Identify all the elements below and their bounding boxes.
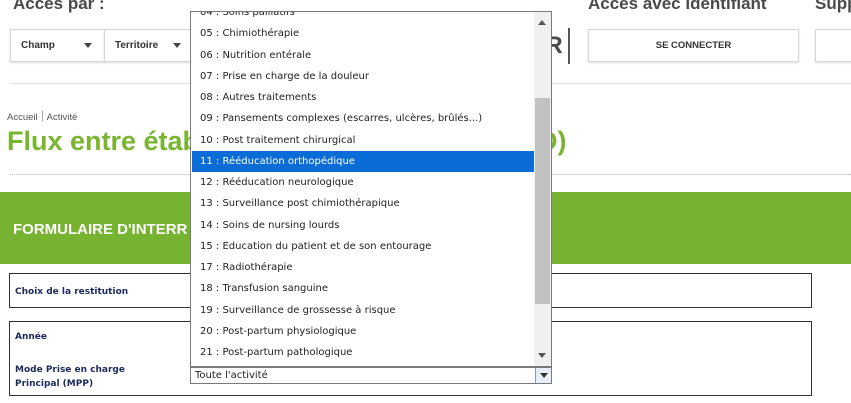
dropdown-option[interactable]: 11 : Rééducation orthopédique — [192, 150, 535, 172]
dropdown-option[interactable]: 10 : Post traitement chirurgical — [192, 130, 535, 151]
scroll-down-arrow-icon[interactable] — [538, 353, 546, 358]
mpp-dropdown-list[interactable]: 21 : Post-partum pathologique 20 : Post-p… — [190, 11, 552, 367]
dropdown-option[interactable]: 05 : Chimiothérapie — [192, 23, 535, 44]
mpp-label: Mode Prise en charge Principal (MPP) — [15, 365, 125, 389]
champ-select-label: Champ — [21, 40, 55, 51]
dropdown-option[interactable]: 15 : Education du patient et de son ento… — [192, 236, 535, 257]
dropdown-option[interactable]: 17 : Radiothérapie — [192, 257, 535, 278]
support-heading: Supp — [815, 0, 851, 13]
dropdown-option[interactable]: 04 : Soins palliatifs — [192, 12, 535, 23]
mpp-select-value: Toute l'activité — [195, 370, 268, 381]
dropdown-option[interactable]: 21 : Post-partum pathologique — [192, 342, 535, 363]
dropdown-scrollbar[interactable] — [534, 12, 551, 366]
chevron-down-icon[interactable] — [535, 368, 551, 383]
dropdown-option[interactable]: 12 : Rééducation neurologique — [192, 172, 535, 193]
chevron-down-icon — [173, 43, 181, 48]
breadcrumb-home-link[interactable]: Accueil — [7, 112, 38, 123]
dropdown-option[interactable]: 20 : Post-partum physiologique — [192, 321, 535, 342]
acces-identifiant-heading: Accès avec identifiant — [588, 0, 767, 13]
breadcrumb-current: Activité — [46, 112, 78, 123]
restitution-label: Choix de la restitution — [15, 287, 129, 297]
annee-label: Année — [15, 332, 47, 342]
mpp-select[interactable]: Toute l'activité — [190, 367, 552, 384]
dropdown-option[interactable]: 13 : Surveillance post chimiothérapique — [192, 193, 535, 214]
dropdown-option[interactable]: 06 : Nutrition entérale — [192, 45, 535, 66]
chevron-down-icon — [84, 43, 92, 48]
connect-button[interactable]: SE CONNECTER — [588, 29, 799, 62]
dropdown-option[interactable]: 07 : Prise en charge de la douleur — [192, 66, 535, 87]
territoire-select-label: Territoire — [115, 40, 159, 51]
breadcrumb: Accueil Activité — [7, 111, 77, 123]
support-button[interactable] — [815, 29, 851, 62]
page-title: Flux entre étab — [7, 126, 200, 156]
scrollbar-thumb[interactable] — [535, 98, 550, 304]
acces-par-heading: Accès par : — [13, 0, 105, 13]
form-header-title: FORMULAIRE D'INTERR — [13, 221, 188, 238]
scroll-up-arrow-icon[interactable] — [538, 20, 546, 25]
breadcrumb-separator — [41, 111, 43, 121]
dropdown-option[interactable]: 18 : Transfusion sanguine — [192, 278, 535, 299]
territoire-select[interactable]: Territoire — [104, 29, 194, 62]
dropdown-option[interactable]: 19 : Surveillance de grossesse à risque — [192, 300, 535, 321]
dropdown-option[interactable]: 09 : Pansements complexes (escarres, ulc… — [192, 108, 535, 129]
champ-select[interactable]: Champ — [10, 29, 105, 62]
dropdown-option[interactable]: 08 : Autres traitements — [192, 87, 535, 108]
dropdown-option[interactable]: 14 : Soins de nursing lourds — [192, 215, 535, 236]
